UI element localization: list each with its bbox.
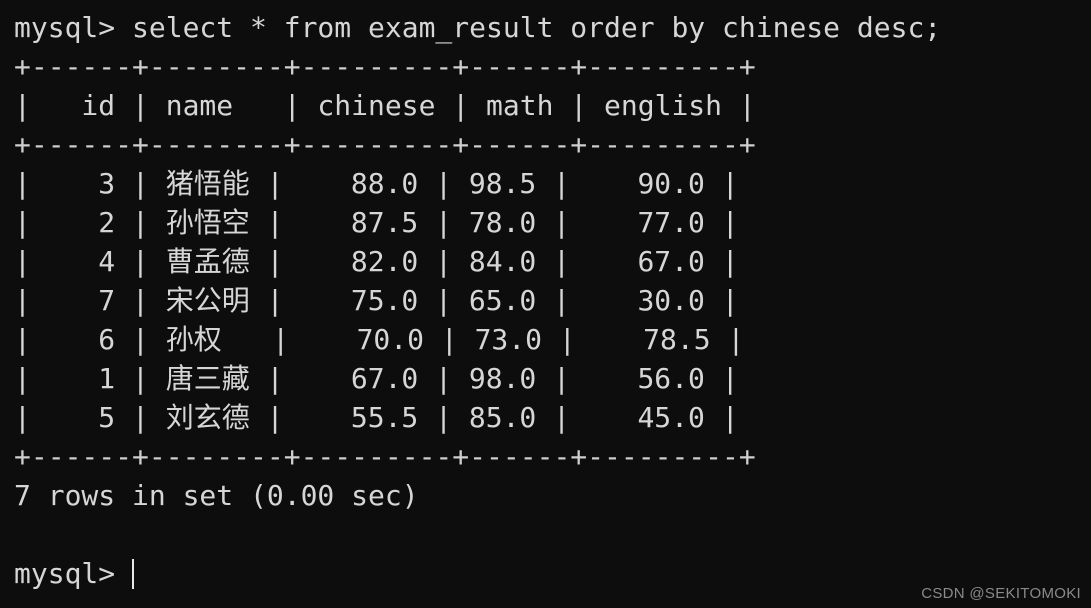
watermark-label: CSDN @SEKITOMOKI [921, 585, 1081, 602]
command-line: mysql> select * from exam_result order b… [14, 11, 942, 44]
table-top-border: +------+--------+---------+------+------… [14, 50, 756, 83]
table-header-row: | id | name | chinese | math | english | [14, 89, 756, 122]
prompt-label: mysql> [14, 557, 116, 590]
table-row: | 7 | 宋公明 | 75.0 | 65.0 | 30.0 | [14, 284, 739, 317]
table-header-separator: +------+--------+---------+------+------… [14, 128, 756, 161]
table-row: | 3 | 猪悟能 | 88.0 | 98.5 | 90.0 | [14, 167, 739, 200]
table-row: | 1 | 唐三藏 | 67.0 | 98.0 | 56.0 | [14, 362, 739, 395]
table-row: | 2 | 孙悟空 | 87.5 | 78.0 | 77.0 | [14, 206, 739, 239]
table-row: | 6 | 孙权 | 70.0 | 73.0 | 78.5 | [14, 323, 745, 356]
terminal-screen[interactable]: mysql> select * from exam_result order b… [0, 0, 1091, 608]
table-bottom-border: +------+--------+---------+------+------… [14, 440, 756, 473]
table-row: | 4 | 曹孟德 | 82.0 | 84.0 | 67.0 | [14, 245, 739, 278]
table-row: | 5 | 刘玄德 | 55.5 | 85.0 | 45.0 | [14, 401, 739, 434]
text-cursor [132, 559, 135, 589]
result-status-line: 7 rows in set (0.00 sec) [14, 479, 419, 512]
